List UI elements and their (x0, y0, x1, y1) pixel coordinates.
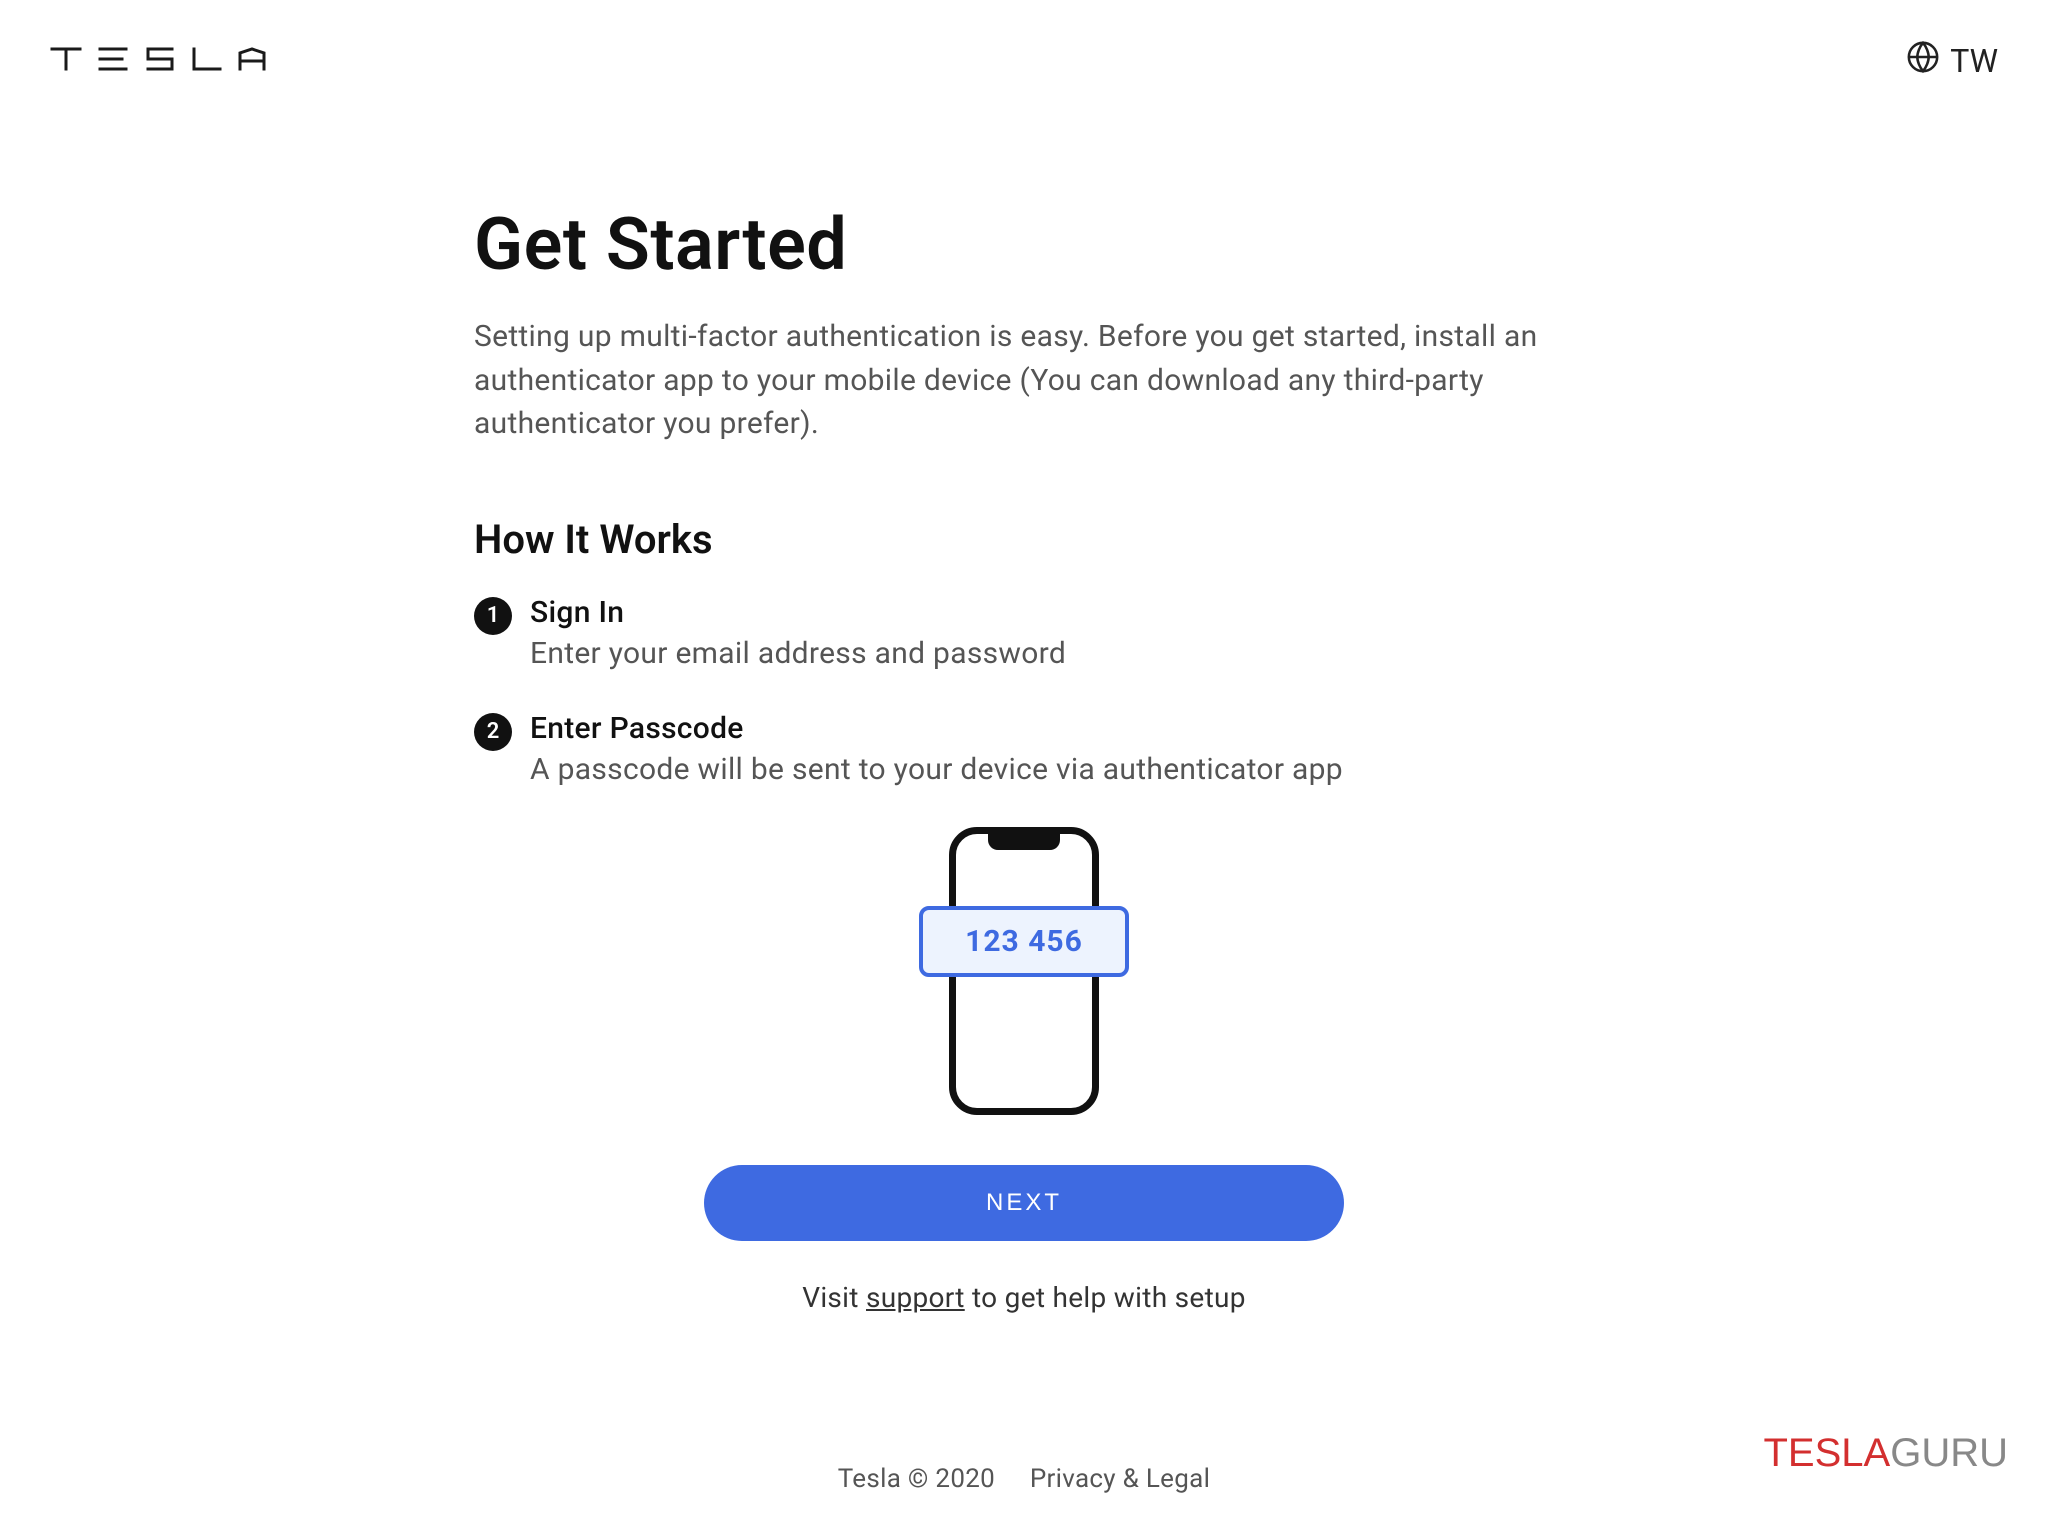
watermark-suffix: GURU (1890, 1431, 2008, 1475)
footer: Tesla © 2020 Privacy & Legal (0, 1464, 2048, 1494)
phone-illustration: 123 456 (474, 827, 1574, 1115)
globe-icon (1906, 40, 1940, 82)
header: TW (0, 0, 2048, 82)
step-title: Enter Passcode (530, 711, 1574, 746)
step-title: Sign In (530, 595, 1574, 630)
how-it-works-heading: How It Works (474, 516, 1574, 563)
privacy-legal-link[interactable]: Privacy & Legal (1030, 1464, 1210, 1494)
tesla-logo (50, 45, 290, 78)
support-suffix: to get help with setup (965, 1281, 1246, 1314)
step-number-badge: 2 (474, 713, 512, 751)
locale-selector[interactable]: TW (1906, 40, 1998, 82)
support-prefix: Visit (802, 1281, 866, 1314)
step-number-badge: 1 (474, 597, 512, 635)
support-line: Visit support to get help with setup (474, 1281, 1574, 1314)
phone-notch-icon (988, 832, 1060, 850)
sample-passcode: 123 456 (919, 906, 1129, 977)
watermark-brand: TESLA (1764, 1431, 1891, 1475)
intro-text: Setting up multi-factor authentication i… (474, 315, 1574, 446)
phone-icon: 123 456 (949, 827, 1099, 1115)
support-link[interactable]: support (866, 1281, 965, 1314)
step-description: A passcode will be sent to your device v… (530, 752, 1574, 787)
step-1: 1 Sign In Enter your email address and p… (474, 595, 1574, 671)
main-content: Get Started Setting up multi-factor auth… (474, 202, 1574, 1314)
step-description: Enter your email address and password (530, 636, 1574, 671)
watermark: TESLAGURU (1764, 1431, 2009, 1476)
page-title: Get Started (474, 202, 1574, 287)
copyright: Tesla © 2020 (838, 1464, 995, 1494)
step-2: 2 Enter Passcode A passcode will be sent… (474, 711, 1574, 787)
next-button[interactable]: NEXT (704, 1165, 1344, 1241)
locale-label: TW (1950, 42, 1998, 80)
